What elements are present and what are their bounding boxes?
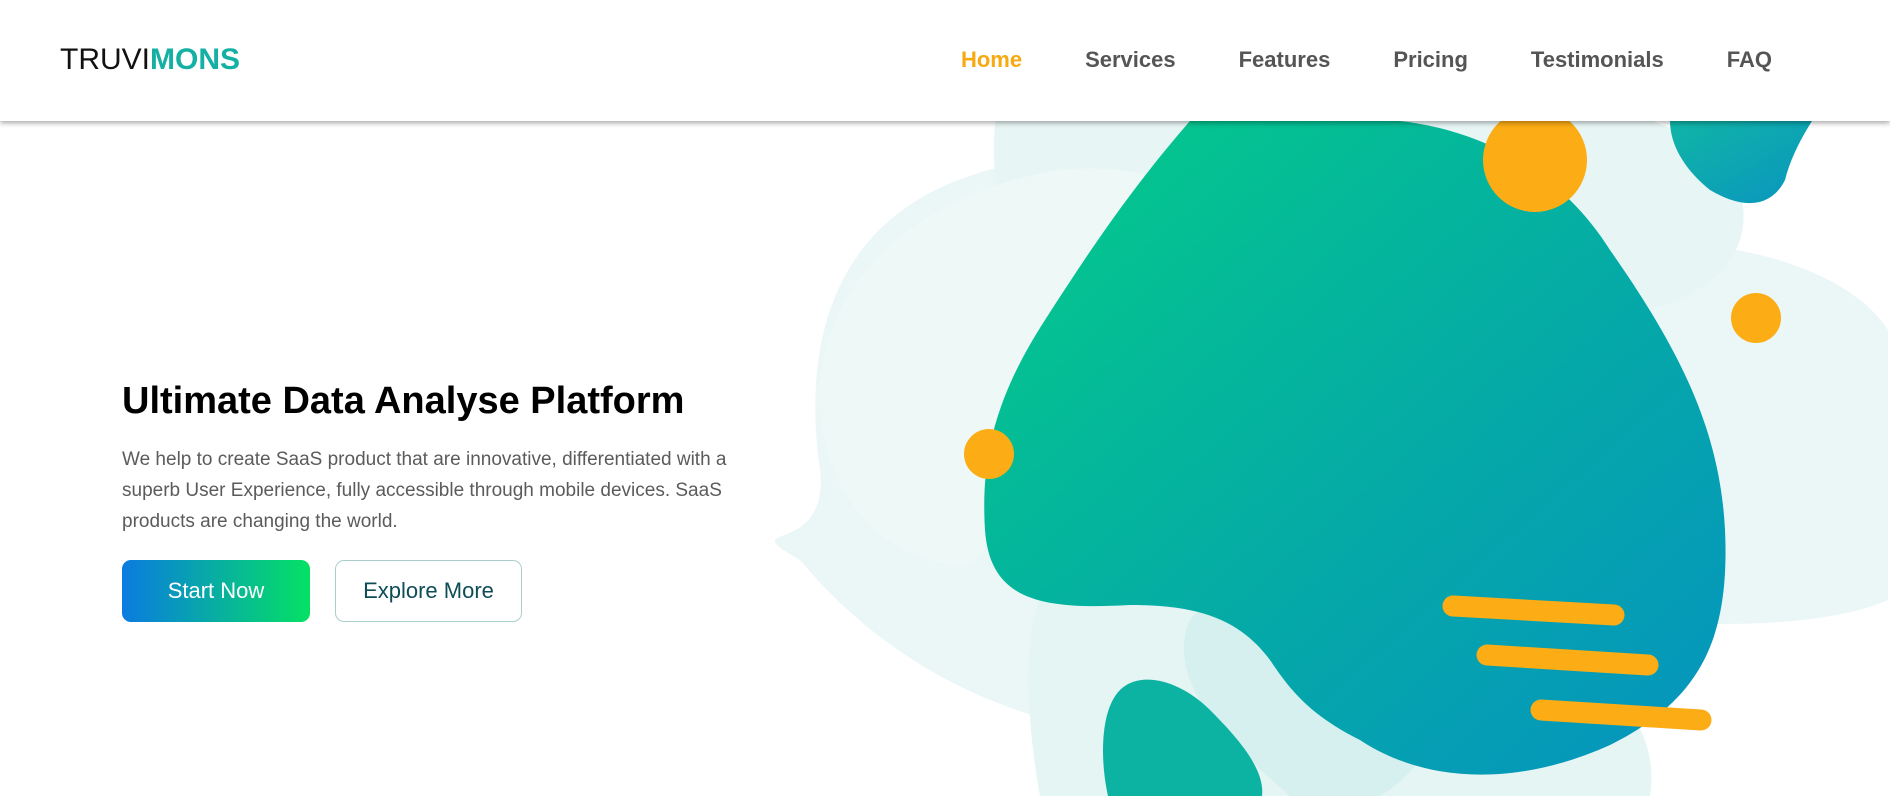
logo[interactable]: TRUVIMONS <box>60 40 240 80</box>
orange-bar <box>1530 699 1712 731</box>
orange-bar <box>1442 595 1625 626</box>
nav-services[interactable]: Services <box>1085 38 1176 82</box>
orange-dot <box>1731 293 1781 343</box>
nav-testimonials[interactable]: Testimonials <box>1531 38 1664 82</box>
nav-pricing[interactable]: Pricing <box>1393 38 1468 82</box>
hero-description: We help to create SaaS product that are … <box>122 449 727 532</box>
cta-row: Start Now Explore More <box>122 560 762 622</box>
nav-home[interactable]: Home <box>961 38 1022 82</box>
orange-bar <box>1476 644 1659 676</box>
nav-features[interactable]: Features <box>1239 38 1331 82</box>
start-now-button[interactable]: Start Now <box>122 560 310 622</box>
main-nav: Home Services Features Pricing Testimoni… <box>898 38 1772 82</box>
nav-faq[interactable]: FAQ <box>1727 38 1772 82</box>
orange-dot <box>964 429 1014 479</box>
site-header: TRUVIMONS Home Services Features Pricing… <box>0 0 1890 121</box>
logo-text-part2: MONS <box>150 43 240 76</box>
orange-dot <box>1483 108 1587 212</box>
hero-title: Ultimate Data Analyse Platform <box>122 380 685 422</box>
hero-section: Ultimate Data Analyse Platform We help t… <box>122 374 762 622</box>
explore-more-button[interactable]: Explore More <box>335 560 522 622</box>
landing-page: TRUVIMONS Home Services Features Pricing… <box>0 0 1890 796</box>
logo-text-part1: TRUVI <box>60 43 150 76</box>
